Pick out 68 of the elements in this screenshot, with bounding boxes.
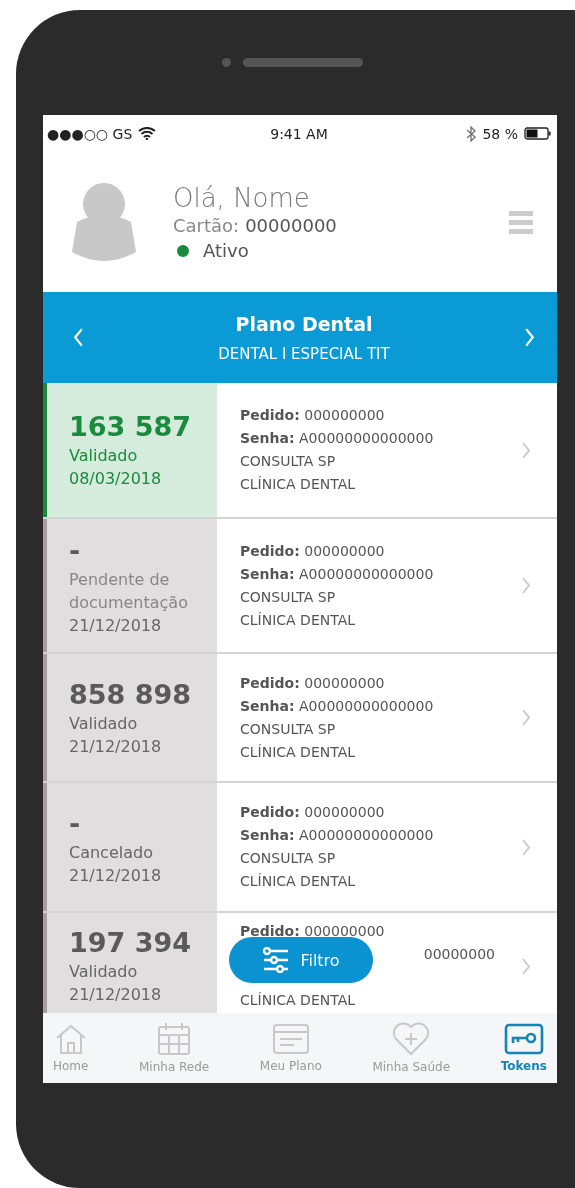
card-number: 00000000 [245, 215, 337, 236]
token-status: Validado [69, 712, 139, 735]
chevron-right-icon[interactable] [521, 577, 531, 594]
chevron-right-icon[interactable] [521, 441, 531, 459]
chevron-right-icon[interactable] [521, 709, 531, 726]
document-icon [271, 1023, 310, 1055]
sliders-icon [262, 947, 291, 973]
token-date: 21/12/2018 [69, 735, 163, 758]
card-label: Cartão: [173, 215, 240, 236]
camera-dot [222, 58, 231, 67]
clock-time: 9:41 AM [270, 125, 328, 142]
provider-text: CLÍNICA DENTAL [240, 742, 357, 762]
plan-subtitle: DENTAL I ESPECIAL TIT [218, 344, 390, 363]
token-code: 858 898 [69, 677, 193, 712]
greeting-text: Olá, Nome [173, 183, 311, 213]
token-row[interactable]: - Pendente de documentação 21/12/2018 Pedido: 000000000 Senha: A00000000000000 CONSULTA SP CLÍNICA DENTAL [43, 519, 557, 654]
password-line: Senha: A00000000000000 [240, 826, 435, 845]
token-code: 163 587 [69, 410, 193, 444]
chevron-right-icon[interactable] [521, 957, 531, 975]
plan-title: Plano Dental [235, 312, 373, 335]
status-text: Ativo [203, 240, 249, 261]
token-status: Pendente de documentação [69, 569, 189, 614]
battery-icon [524, 127, 551, 140]
token-status: Validado [69, 961, 139, 983]
order-line: Pedido: 000000000 [240, 406, 386, 425]
order-line: Pedido: 000000000 [240, 803, 386, 822]
wifi-icon [138, 127, 157, 140]
carrier-text: ●●●○○ GS [47, 125, 133, 142]
chevron-left-icon[interactable] [73, 328, 84, 347]
token-status: Cancelado [69, 842, 154, 864]
nav-tab[interactable]: Meu Plano [255, 1013, 326, 1083]
chevron-right-icon[interactable] [521, 838, 531, 856]
provider-text: CLÍNICA DENTAL [240, 872, 357, 891]
order-line: Pedido: 000000000 [240, 541, 386, 561]
token-row[interactable]: 163 587 Validado 08/03/2018 Pedido: 000000000 Senha: A00000000000000 CONSULTA SP CLÍNICA DENTAL [43, 383, 557, 519]
token-row[interactable]: 858 898 Validado 21/12/2018 Pedido: 000000000 Senha: A00000000000000 CONSULTA SP CLÍNICA DENTAL [43, 654, 557, 783]
token-row[interactable]: - Cancelado 21/12/2018 Pedido: 000000000 Senha: A00000000000000 CONSULTA SP CLÍNICA DENTAL [43, 783, 557, 913]
token-code: - [69, 807, 82, 841]
token-date: 21/12/2018 [69, 865, 163, 887]
token-date: 21/12/2018 [69, 984, 163, 1006]
provider-text: CLÍNICA DENTAL [240, 475, 357, 494]
service-text: CONSULTA SP [240, 719, 337, 739]
calendar-icon [157, 1022, 192, 1056]
menu-icon[interactable] [509, 210, 533, 234]
nav-tab[interactable]: Home [49, 1013, 93, 1083]
nav-tab[interactable]: Tokens [496, 1013, 551, 1083]
bluetooth-icon [466, 125, 477, 142]
token-status: Validado [69, 445, 139, 467]
nav-tab[interactable]: Minha Rede [135, 1013, 214, 1083]
nav-tab[interactable]: Minha Saúde [368, 1013, 455, 1083]
order-line: Pedido: 000000000 [240, 673, 386, 693]
password-line: Senha: A00000000000000 [240, 429, 435, 448]
password-line: Senha: A00000000000000 [240, 564, 435, 584]
key-icon [503, 1023, 544, 1055]
password-line: 00000000 [423, 945, 495, 964]
service-text: CONSULTA SP [240, 587, 337, 607]
password-line: Senha: A00000000000000 [240, 696, 435, 716]
provider-text: CLÍNICA DENTAL [240, 610, 357, 630]
token-code: 197 394 [69, 926, 193, 960]
service-text: CONSULTA SP [240, 849, 337, 868]
token-code: - [69, 534, 82, 568]
provider-text: CLÍNICA DENTAL [240, 991, 357, 1010]
service-text: CONSULTA SP [240, 452, 337, 471]
battery-percent: 58 % [482, 125, 518, 142]
token-date: 08/03/2018 [69, 468, 163, 490]
token-date: 21/12/2018 [69, 615, 163, 637]
heart-plus-icon [392, 1022, 431, 1056]
filter-button[interactable]: Filtro [229, 937, 373, 983]
